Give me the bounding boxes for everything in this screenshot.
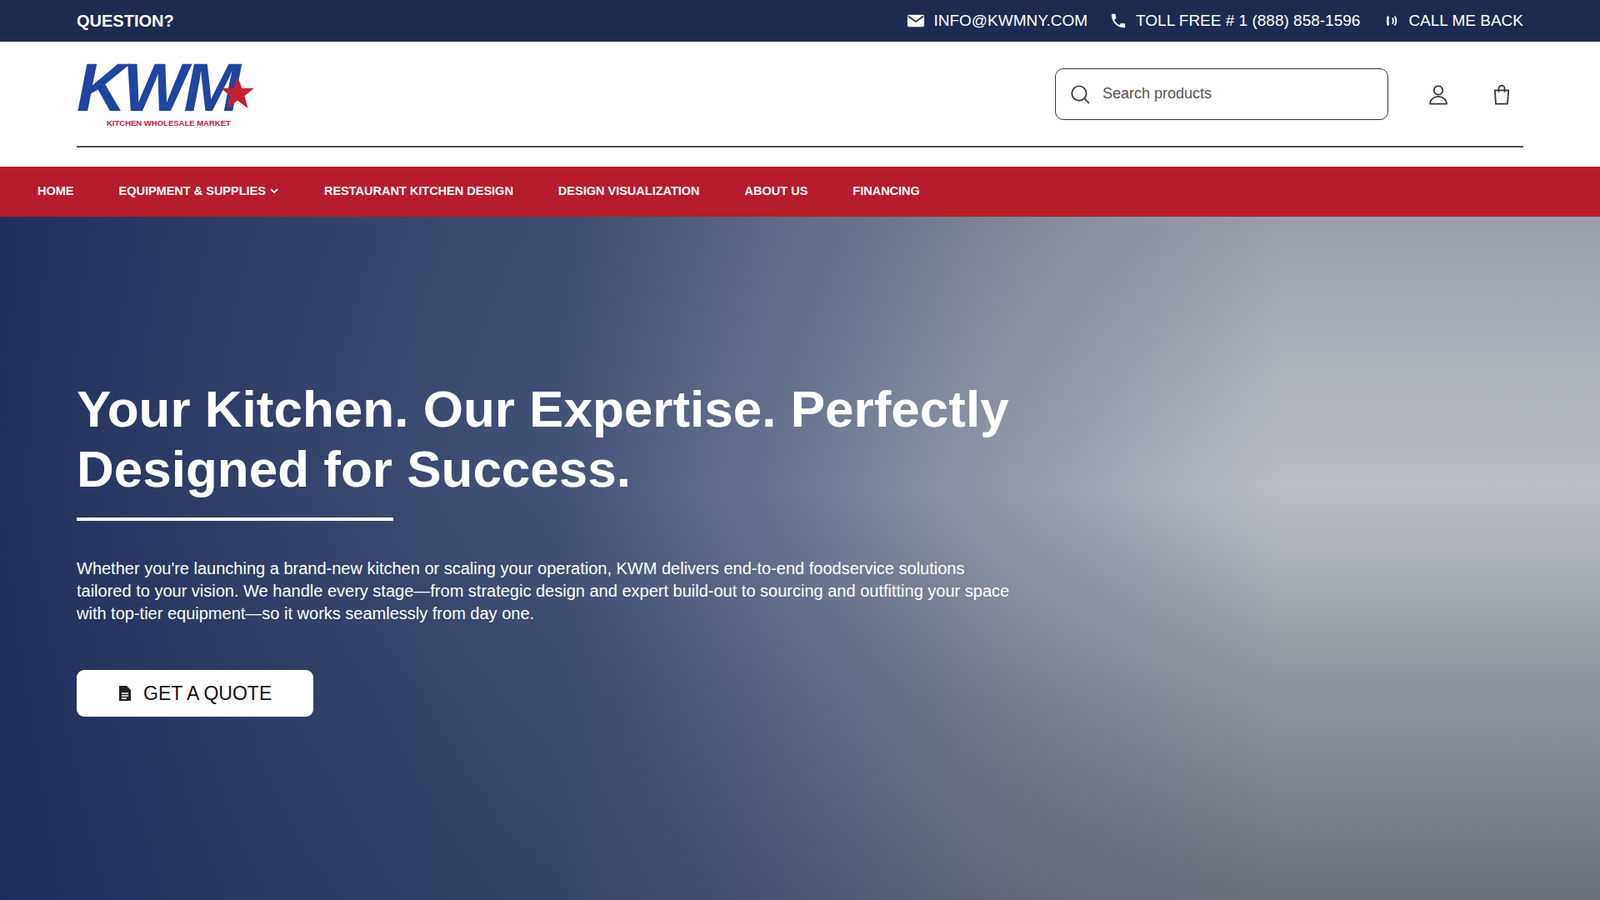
contact-link[interactable]: INFO@KWMNY.COM — [906, 11, 1088, 30]
logo-text: KWM — [76, 56, 260, 119]
header: KWMKITCHEN WHOLESALE MARKET — [0, 41, 1600, 167]
quote-button[interactable]: GET A QUOTE — [76, 670, 314, 717]
user-icon[interactable] — [1426, 82, 1450, 106]
logo[interactable]: KWMKITCHEN WHOLESALE MARKET — [76, 56, 260, 131]
nav-item[interactable]: RESTAURANT KITCHEN DESIGN — [324, 179, 514, 205]
search-box — [1055, 68, 1389, 120]
header-row: KWMKITCHEN WHOLESALE MARKET — [76, 41, 1524, 148]
nav-item[interactable]: FINANCING — [852, 179, 920, 205]
nav-item[interactable]: HOME — [37, 179, 75, 205]
main-nav: HOME EQUIPMENT & SUPPLIES RESTAURANT KITCH… — [0, 166, 1600, 217]
question-label: QUESTION? — [76, 11, 175, 31]
phone-icon — [1109, 11, 1128, 30]
hero-title: Your Kitchen. Our Expertise. PerfectlyDe… — [76, 379, 1010, 500]
page: QUESTION? INFO@KWMNY.COM TOLL FREE # 1 (88… — [0, 0, 1600, 900]
hero-photo — [0, 216, 1600, 900]
hero-content: Your Kitchen. Our Expertise. PerfectlyDe… — [0, 216, 1600, 717]
contact-label: CALL ME BACK — [1408, 11, 1524, 30]
cart-bag-icon[interactable] — [1490, 82, 1514, 106]
top-bar: QUESTION? INFO@KWMNY.COM TOLL FREE # 1 (88… — [0, 0, 1600, 42]
search-input[interactable] — [1100, 84, 1375, 104]
envelope-icon — [906, 11, 925, 30]
contact-label: TOLL FREE # 1 (888) 858-1596 — [1135, 11, 1360, 30]
contact-link[interactable]: CALL ME BACK — [1381, 11, 1524, 30]
chevron-down-icon — [269, 185, 280, 196]
callback-phone-icon — [1381, 11, 1400, 30]
hero-text: Whether you're launching a brand-new kit… — [76, 557, 1010, 625]
contact-list: INFO@KWMNY.COM TOLL FREE # 1 (888) 858-15… — [906, 11, 1524, 30]
nav-item[interactable]: ABOUT US — [745, 179, 809, 205]
search-icon — [1069, 83, 1091, 105]
contact-link[interactable]: TOLL FREE # 1 (888) 858-1596 — [1109, 11, 1360, 30]
header-actions — [1055, 68, 1524, 120]
nav-item[interactable]: EQUIPMENT & SUPPLIES — [119, 179, 280, 205]
star-icon — [220, 75, 255, 110]
hero: Your Kitchen. Our Expertise. PerfectlyDe… — [0, 216, 1600, 900]
contact-label: INFO@KWMNY.COM — [933, 11, 1088, 30]
logo-tagline: KITCHEN WHOLESALE MARKET — [106, 118, 260, 128]
document-icon — [118, 685, 132, 702]
nav-item[interactable]: DESIGN VISUALIZATION — [558, 179, 700, 205]
title-underline — [76, 517, 394, 521]
